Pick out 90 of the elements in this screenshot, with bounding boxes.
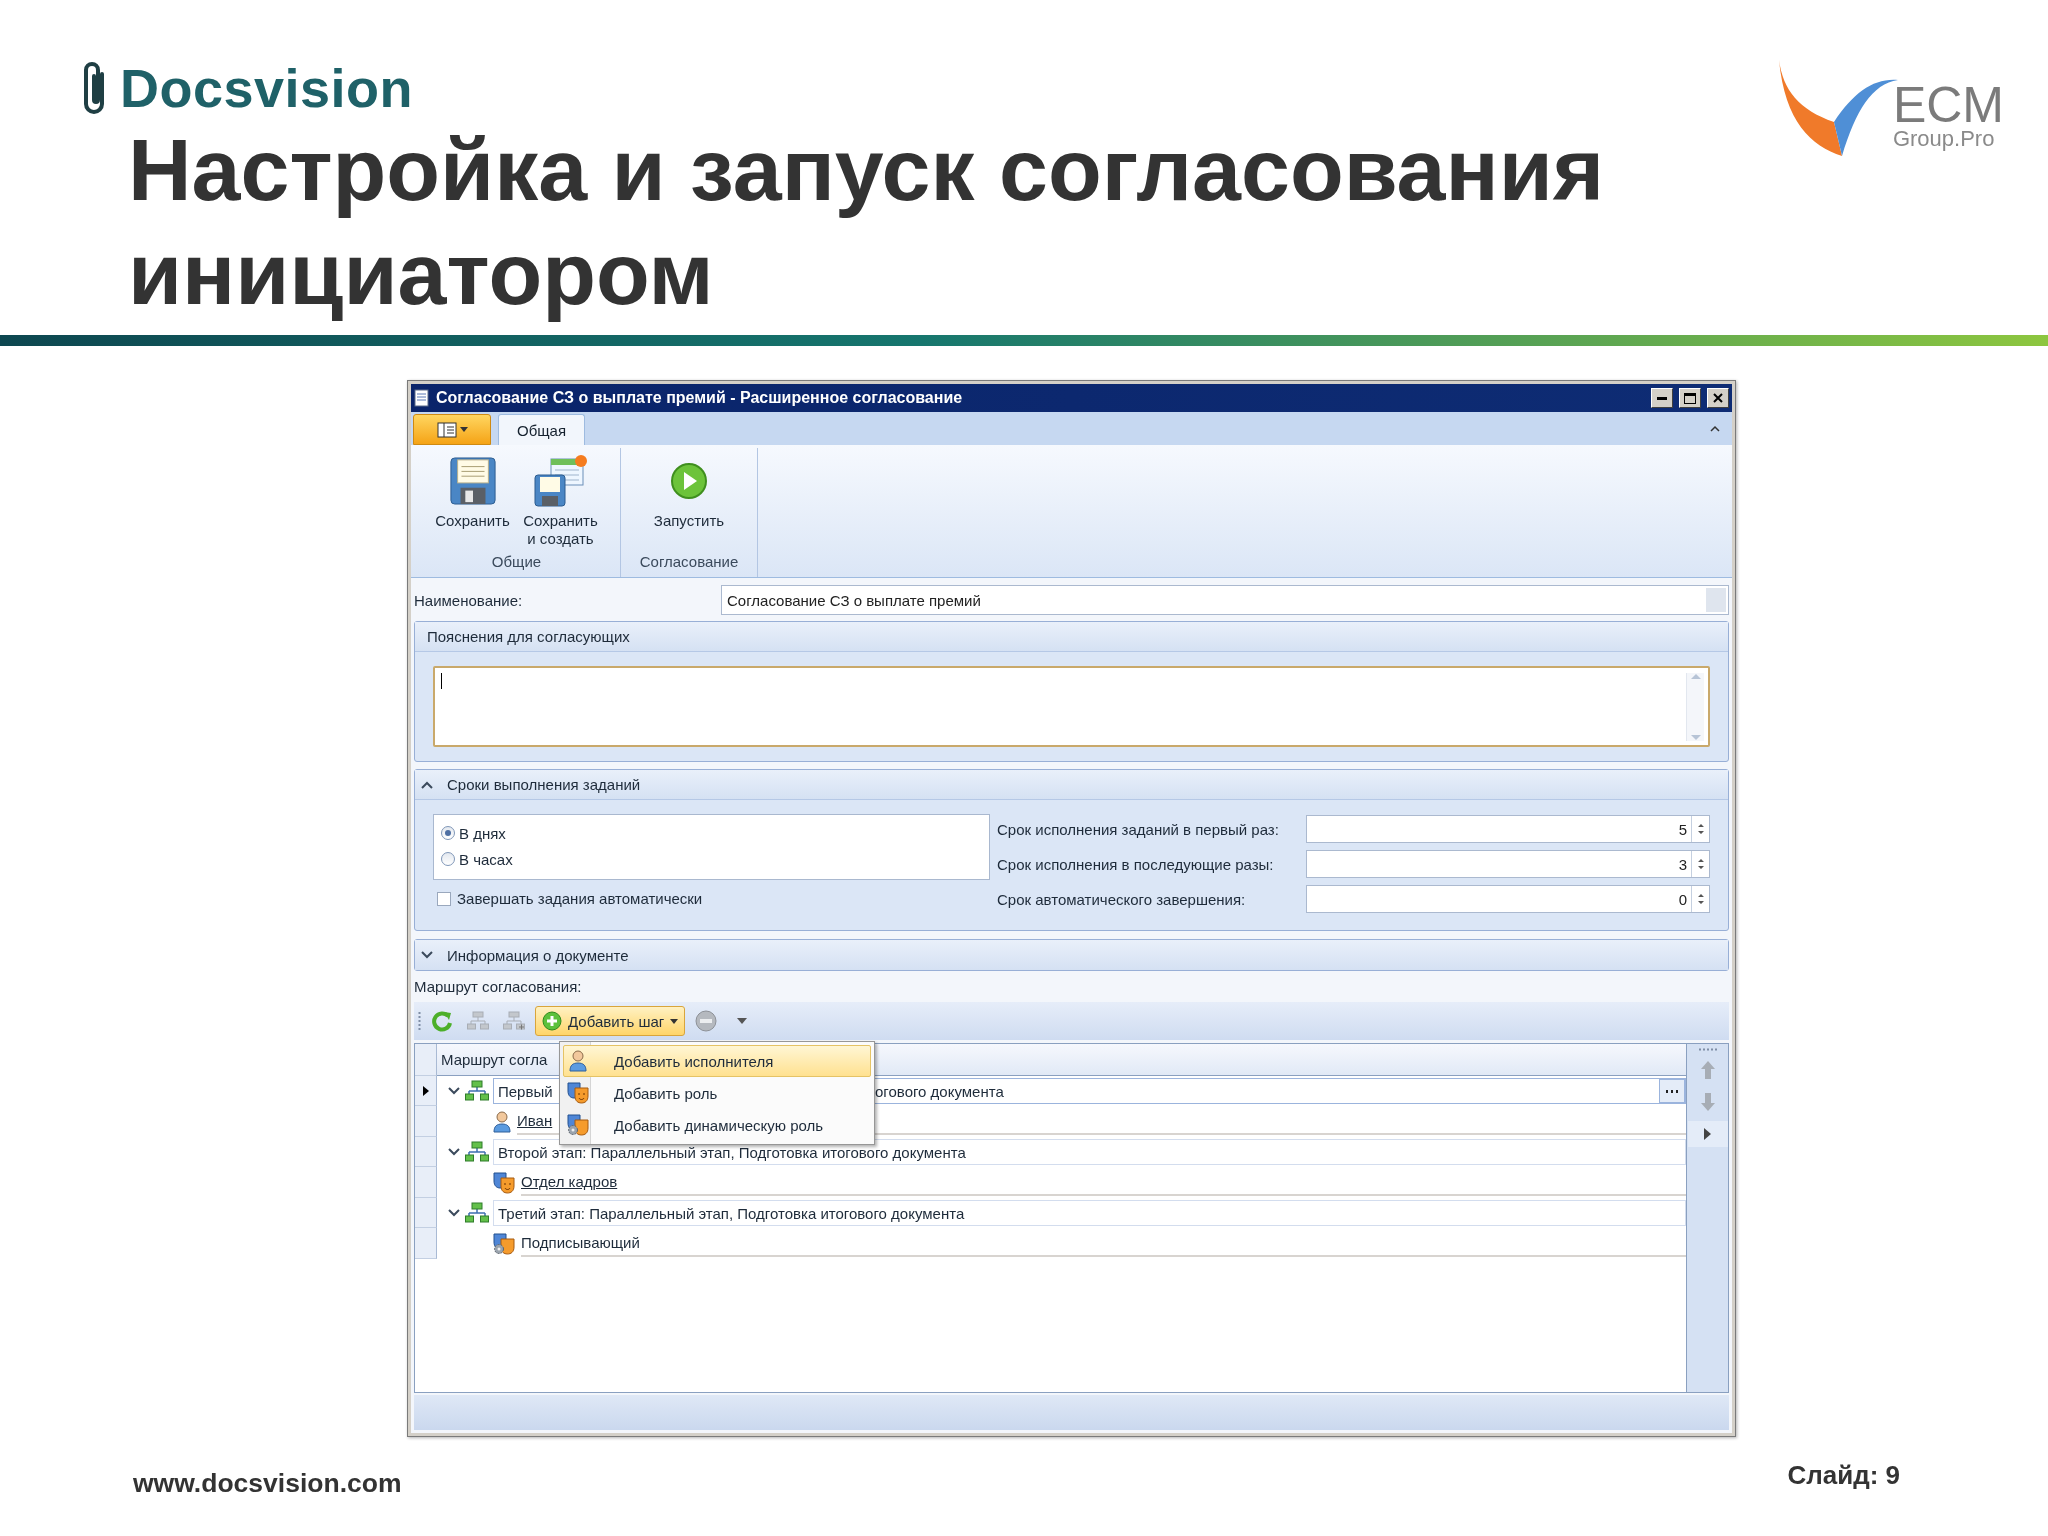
- field-button[interactable]: [1706, 588, 1726, 612]
- hierarchy-icon: [465, 1141, 489, 1163]
- field-label: Наименование:: [414, 591, 524, 609]
- person-icon: [569, 1050, 587, 1072]
- slide-number: Слайд: 9: [1787, 1459, 1900, 1491]
- hierarchy-icon: [465, 1202, 489, 1224]
- panel-title: Сроки выполнения заданий: [447, 776, 641, 793]
- hierarchy-icon: [465, 1080, 489, 1102]
- radio-label: В часах: [459, 850, 513, 868]
- number-field[interactable]: 5: [1306, 815, 1710, 843]
- current-row-icon: [422, 1085, 429, 1096]
- app-menu-button[interactable]: [413, 414, 491, 445]
- caret-down-icon: [459, 427, 468, 432]
- caret-right-icon: [1704, 1128, 1711, 1140]
- slide-title: инициатором: [128, 223, 715, 325]
- collapse-ribbon-icon[interactable]: [1710, 425, 1720, 432]
- more-icon: [1665, 1089, 1679, 1093]
- stage-cell[interactable]: Второй этап: Параллельный этап, Подготовка итогового документа: [493, 1139, 1686, 1165]
- add-step-button[interactable]: Добавить шаг: [535, 1006, 686, 1036]
- plus-circle-icon: [542, 1011, 562, 1031]
- footer-url: www.docsvision.com: [133, 1467, 402, 1499]
- caret-down-icon: [737, 1018, 748, 1024]
- close-icon: [1713, 393, 1723, 403]
- theater-masks-icon: [493, 1171, 515, 1194]
- grip-icon: [1697, 1048, 1718, 1051]
- close-button[interactable]: [1707, 388, 1729, 408]
- window-title: Согласование СЗ о выплате премий - Расширенное согласование: [436, 389, 964, 407]
- section-label: Маршрут согласования:: [414, 978, 583, 997]
- partner-logo-text: ECM: [1892, 82, 2004, 128]
- chevron-up-icon[interactable]: [421, 780, 433, 789]
- text-cursor: [441, 673, 442, 689]
- menu-item[interactable]: Добавить динамическую роль: [563, 1109, 871, 1141]
- maximize-button[interactable]: [1679, 388, 1701, 408]
- run-button[interactable]: Запустить: [647, 452, 731, 530]
- panel-icon: [436, 421, 457, 438]
- floppy-disk-with-document-icon: [532, 455, 589, 507]
- stage-cell[interactable]: Третий этап: Параллельный этап, Подготовка итогового документа: [493, 1200, 1686, 1226]
- caret-down-icon: [670, 1018, 679, 1024]
- save-button[interactable]: Сохранить: [430, 452, 515, 530]
- hierarchy-icon: [467, 1011, 489, 1031]
- maximize-icon: [1684, 392, 1696, 404]
- collapse-icon[interactable]: [448, 1087, 460, 1095]
- theater-masks-gear-icon: [567, 1114, 589, 1136]
- participant-name: Подписывающий: [521, 1234, 640, 1251]
- theater-masks-gear-icon: [493, 1232, 515, 1255]
- brand-name: Docsvision: [120, 57, 414, 119]
- row-header: [415, 1167, 437, 1198]
- participant-link[interactable]: Иван: [517, 1112, 553, 1129]
- minus-circle-icon: [695, 1010, 718, 1032]
- number-field[interactable]: 3: [1306, 850, 1710, 878]
- participant-link[interactable]: Отдел кадров: [521, 1173, 618, 1190]
- theater-masks-icon: [567, 1082, 589, 1104]
- row-header[interactable]: [415, 1076, 437, 1106]
- menu-item[interactable]: Добавить исполнителя: [563, 1045, 871, 1077]
- collapse-icon[interactable]: [448, 1209, 460, 1217]
- number-field[interactable]: 0: [1306, 885, 1710, 913]
- radio-button[interactable]: [441, 852, 455, 866]
- group-label: Общие: [490, 553, 543, 572]
- panel-header: Пояснения для согласующих: [415, 622, 1728, 652]
- arrow-up-icon: [1699, 1060, 1716, 1080]
- person-icon: [493, 1110, 511, 1133]
- slide-title: Настройка и запуск согласования: [128, 119, 1605, 221]
- refresh-icon: [431, 1010, 453, 1032]
- hierarchy-plus-icon: [503, 1011, 525, 1031]
- radio-label: В днях: [459, 824, 506, 842]
- group-label: Согласование: [638, 553, 740, 572]
- name-field[interactable]: Согласование СЗ о выплате премий: [721, 585, 1729, 615]
- save-new-button[interactable]: Сохранить и создать: [518, 452, 603, 548]
- grip-icon: [418, 1011, 421, 1031]
- field-label: Срок исполнения в последующие разы:: [997, 855, 1275, 873]
- collapse-icon[interactable]: [448, 1148, 460, 1156]
- expand-pane-button[interactable]: [1687, 1121, 1728, 1147]
- checkbox[interactable]: [437, 891, 451, 906]
- ellipsis-button[interactable]: [1659, 1079, 1685, 1103]
- panel-title: Информация о документе: [447, 946, 629, 964]
- play-icon: [670, 462, 708, 500]
- minimize-icon: [1657, 396, 1667, 400]
- document-icon: [414, 389, 430, 407]
- ribbon-tab[interactable]: Общая: [498, 414, 586, 445]
- checkbox-label: Завершать задания автоматически: [457, 890, 703, 907]
- radio-button[interactable]: [441, 826, 455, 840]
- row-header: [415, 1228, 437, 1259]
- arrow-down-icon: [1699, 1092, 1716, 1112]
- row-header: [415, 1044, 437, 1076]
- field-label: Срок автоматического завершения:: [997, 890, 1247, 908]
- partner-tagline: Group.Pro: [1892, 128, 1996, 150]
- chevron-down-icon[interactable]: [421, 951, 433, 959]
- minimize-button[interactable]: [1651, 388, 1673, 408]
- row-header: [415, 1106, 437, 1137]
- field-label: Срок исполнения заданий в первый раз:: [997, 820, 1280, 838]
